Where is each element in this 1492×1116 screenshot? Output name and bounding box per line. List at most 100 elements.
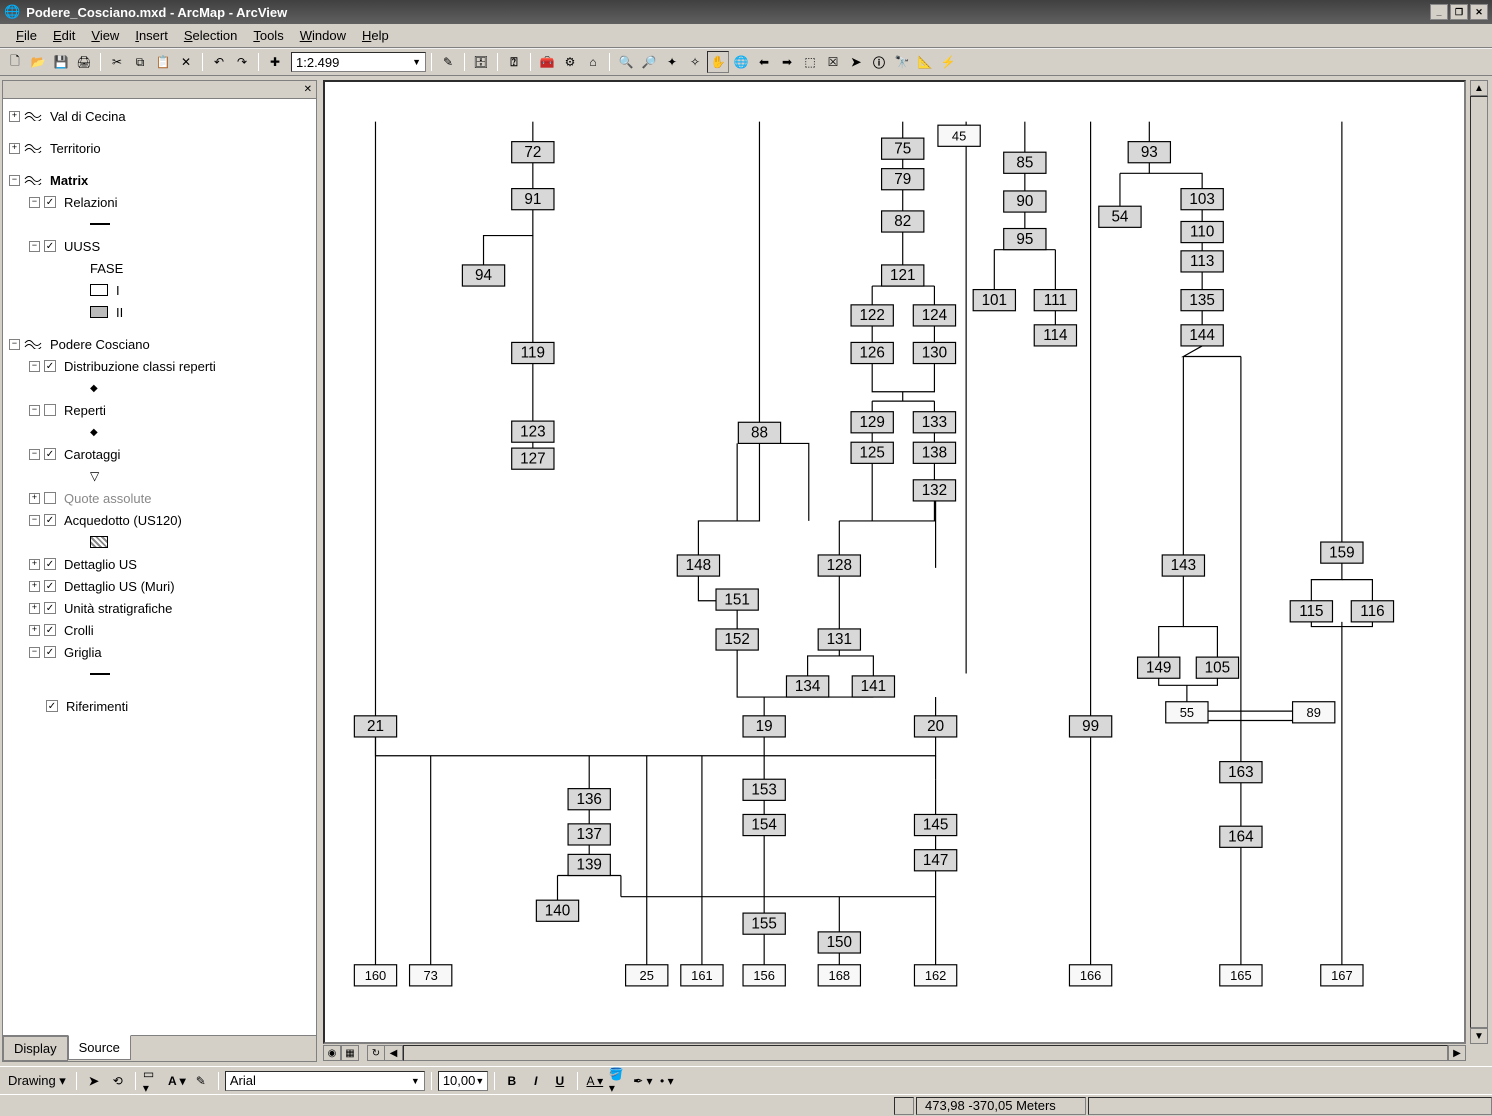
node-105[interactable]: 105 [1196,657,1238,678]
node-163[interactable]: 163 [1220,762,1262,783]
menu-help[interactable]: Help [354,25,397,46]
scroll-up-button[interactable]: ▲ [1470,80,1488,96]
node-119[interactable]: 119 [512,342,554,363]
layer-checkbox[interactable]: ✓ [44,196,56,208]
font-color-button[interactable]: A ▾ [584,1070,606,1092]
toc-tab-source[interactable]: Source [68,1035,131,1060]
menu-view[interactable]: View [83,25,127,46]
menu-window[interactable]: Window [292,25,354,46]
expand-icon[interactable]: + [29,581,40,592]
print-button[interactable]: 🖨 [73,51,95,73]
rotate-button[interactable]: ⟲ [107,1070,129,1092]
select-elements-button[interactable]: ➤ [845,51,867,73]
help-pointer-button[interactable]: ⍰ [503,51,525,73]
forward-button[interactable]: ➡ [776,51,798,73]
toc-item-Matrix[interactable]: −Matrix [9,169,310,191]
toc-item-Podere Cosciano[interactable]: −Podere Cosciano [9,333,310,355]
undo-button[interactable]: ↶ [208,51,230,73]
toc-close-button[interactable]: ✕ [304,84,312,95]
toc-item-Val di Cecina[interactable]: +Val di Cecina [9,105,310,127]
delete-button[interactable]: ✕ [175,51,197,73]
node-54[interactable]: 54 [1099,206,1141,227]
editor-toolbar-button[interactable]: ✎ [437,51,459,73]
toc-item-Reperti[interactable]: −Reperti [9,399,310,421]
node-132[interactable]: 132 [913,480,955,501]
node-89[interactable]: 89 [1293,702,1335,723]
h-scrollbar[interactable] [403,1045,1448,1061]
layer-checkbox[interactable]: ✓ [46,700,58,712]
zoom-in-button[interactable]: 🔍 [615,51,637,73]
toc-item-Distribuzione classi reperti[interactable]: −✓Distribuzione classi reperti [9,355,310,377]
expand-icon[interactable]: + [29,559,40,570]
node-165[interactable]: 165 [1220,965,1262,986]
italic-button[interactable]: I [525,1070,547,1092]
new-button[interactable]: 🗋 [4,51,26,73]
expand-icon[interactable]: + [9,143,20,154]
layer-checkbox[interactable]: ✓ [44,558,56,570]
fixed-zoom-out-button[interactable]: ✧ [684,51,706,73]
toolbox-button[interactable]: 🧰 [536,51,558,73]
fixed-zoom-in-button[interactable]: ✦ [661,51,683,73]
node-159[interactable]: 159 [1321,542,1363,563]
node-136[interactable]: 136 [568,789,610,810]
node-162[interactable]: 162 [914,965,956,986]
font-combo[interactable]: Arial▼ [225,1071,425,1091]
layout-view-button[interactable]: ▦ [341,1045,359,1061]
node-126[interactable]: 126 [851,342,893,363]
node-154[interactable]: 154 [743,814,785,835]
expand-icon[interactable]: + [29,625,40,636]
toc-item-Acquedotto (US120)[interactable]: −✓Acquedotto (US120) [9,509,310,531]
node-164[interactable]: 164 [1220,826,1262,847]
expand-icon[interactable]: + [29,493,40,504]
node-85[interactable]: 85 [1004,152,1046,173]
expand-icon[interactable]: − [29,449,40,460]
measure-button[interactable]: 📐 [914,51,936,73]
find-button[interactable]: 🔭 [891,51,913,73]
node-137[interactable]: 137 [568,824,610,845]
node-153[interactable]: 153 [743,779,785,800]
command-line-button[interactable]: ⌂ [582,51,604,73]
layer-checkbox[interactable]: ✓ [44,646,56,658]
node-55[interactable]: 55 [1166,702,1208,723]
node-91[interactable]: 91 [512,189,554,210]
toc-item-II[interactable]: II [9,301,310,323]
minimize-button[interactable]: _ [1430,4,1448,20]
node-125[interactable]: 125 [851,442,893,463]
pan-button[interactable]: ✋ [707,51,729,73]
open-button[interactable]: 📂 [27,51,49,73]
node-72[interactable]: 72 [512,142,554,163]
layer-checkbox[interactable]: ✓ [44,360,56,372]
expand-icon[interactable]: − [29,241,40,252]
node-144[interactable]: 144 [1181,325,1223,346]
toc-item-Dettaglio US[interactable]: +✓Dettaglio US [9,553,310,575]
layer-checkbox[interactable] [44,404,56,416]
drawing-label[interactable]: Drawing ▾ [4,1073,70,1089]
expand-icon[interactable]: − [29,647,40,658]
toc-tab-display[interactable]: Display [3,1036,68,1061]
toc-item-Dettaglio US (Muri)[interactable]: +✓Dettaglio US (Muri) [9,575,310,597]
modelbuilder-button[interactable]: ⚙ [559,51,581,73]
toc-tree[interactable]: +Val di Cecina+Territorio−Matrix−✓Relazi… [3,99,316,1035]
data-view-button[interactable]: ◉ [323,1045,341,1061]
node-103[interactable]: 103 [1181,189,1223,210]
node-138[interactable]: 138 [913,442,955,463]
toc-item-Unità stratigrafiche[interactable]: +✓Unità stratigrafiche [9,597,310,619]
toc-item-diamond[interactable]: ◆ [9,377,310,399]
node-147[interactable]: 147 [914,850,956,871]
toc-item-FASE[interactable]: FASE [9,257,310,279]
node-166[interactable]: 166 [1069,965,1111,986]
node-143[interactable]: 143 [1162,555,1204,576]
node-114[interactable]: 114 [1034,325,1076,346]
node-168[interactable]: 168 [818,965,860,986]
fill-color-button[interactable]: 🪣 ▾ [608,1070,630,1092]
toc-item-Quote assolute[interactable]: +Quote assolute [9,487,310,509]
node-160[interactable]: 160 [354,965,396,986]
toc-item-Riferimenti[interactable]: ✓Riferimenti [9,695,310,717]
node-149[interactable]: 149 [1138,657,1180,678]
select-features-button[interactable]: ⬚ [799,51,821,73]
menu-file[interactable]: File [8,25,45,46]
edit-vertices-button[interactable]: ✎ [190,1070,212,1092]
toc-item-Griglia[interactable]: −✓Griglia [9,641,310,663]
node-150[interactable]: 150 [818,932,860,953]
node-134[interactable]: 134 [786,676,828,697]
